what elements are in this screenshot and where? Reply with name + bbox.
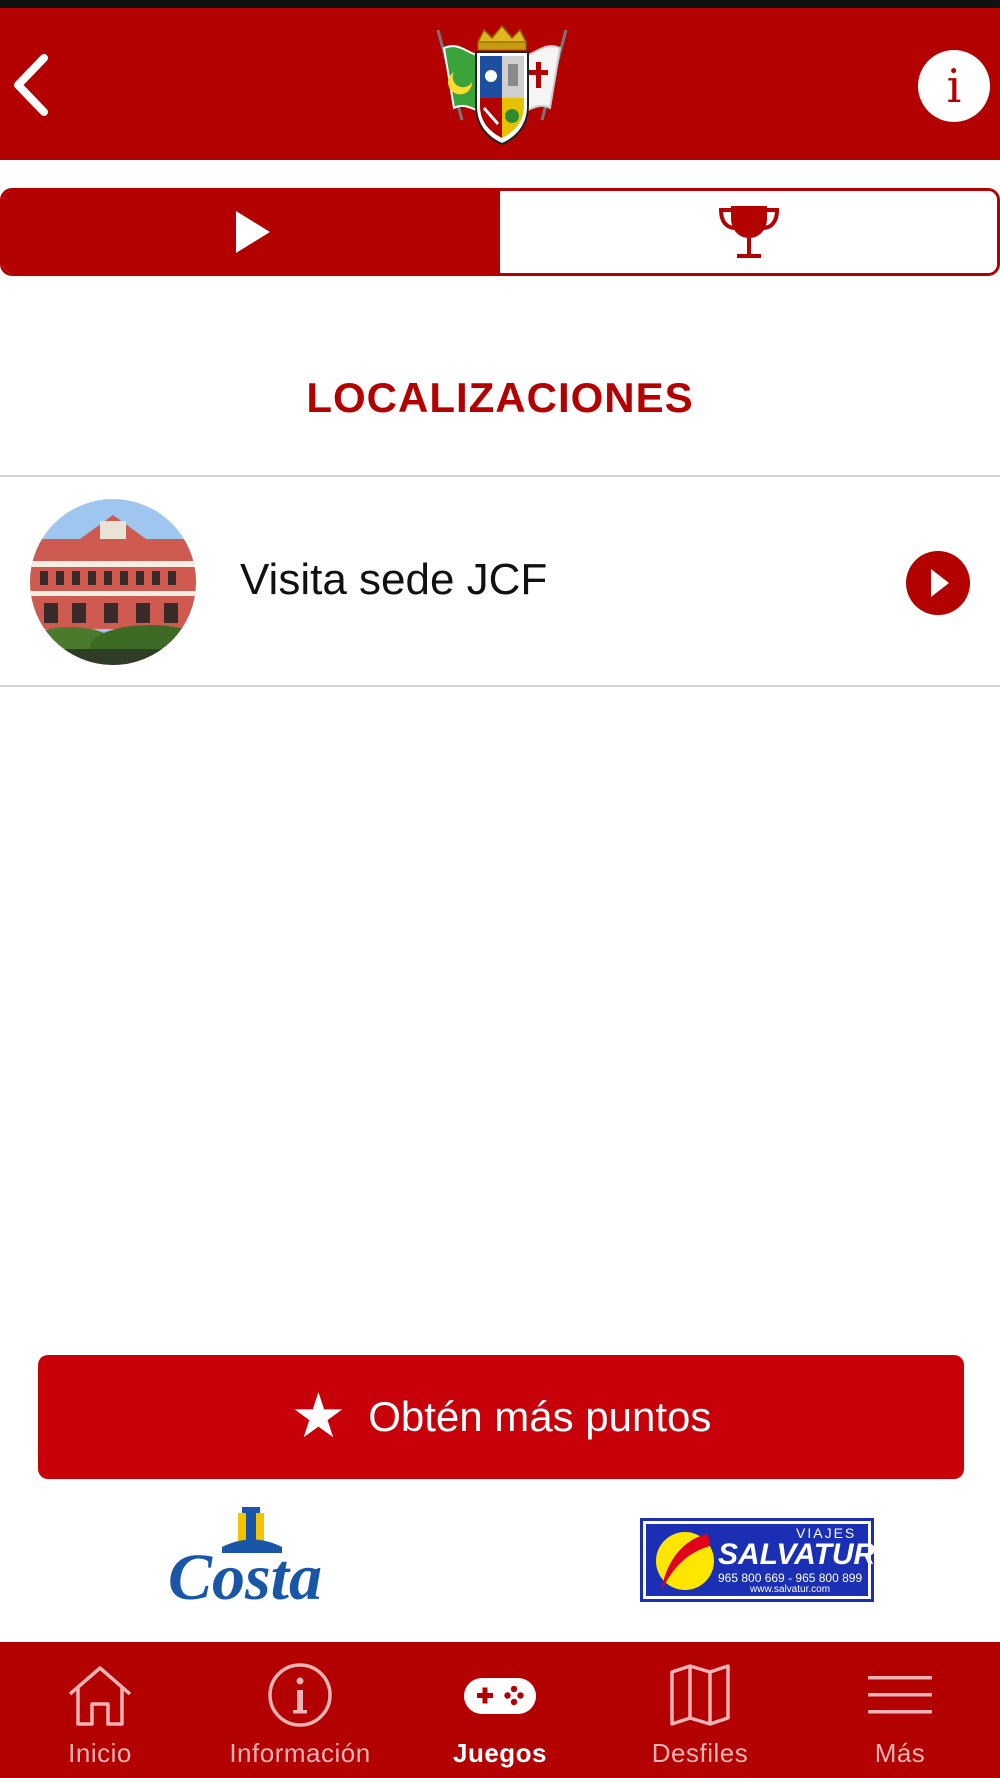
- costa-wordmark: Costa: [167, 1541, 323, 1614]
- earn-points-button[interactable]: ★ Obtén más puntos: [38, 1355, 964, 1479]
- tab-inicio[interactable]: Inicio: [0, 1642, 200, 1778]
- app-header: i: [0, 8, 1000, 160]
- tab-mas[interactable]: Más: [800, 1642, 1000, 1778]
- tab-label: Más: [874, 1738, 926, 1768]
- map-icon: [670, 1664, 730, 1726]
- back-button[interactable]: [8, 50, 56, 120]
- coat-of-arms-logo: [436, 24, 568, 146]
- tab-label: Información: [229, 1738, 371, 1768]
- location-label: Visita sede JCF: [240, 555, 548, 604]
- segmented-control: [0, 188, 1000, 276]
- sponsor-costa-logo[interactable]: Costa: [160, 1505, 330, 1613]
- home-icon: [68, 1666, 132, 1726]
- menu-icon: [868, 1676, 932, 1714]
- tab-label: Inicio: [68, 1738, 132, 1768]
- salvatur-badge: VIAJES SALVATUR 965 800 669 - 965 800 89…: [646, 1524, 875, 1596]
- salvatur-phones: 965 800 669 - 965 800 899: [718, 1571, 863, 1585]
- chevron-right-circle-icon: [931, 569, 949, 597]
- info-circle-icon: [268, 1663, 332, 1727]
- info-button[interactable]: i: [918, 50, 990, 122]
- info-icon: i: [946, 59, 962, 113]
- earn-points-label: Obtén más puntos: [368, 1393, 712, 1440]
- tab-label: Juegos: [452, 1738, 548, 1768]
- list-divider: [0, 685, 1000, 687]
- status-bar: [0, 0, 1000, 8]
- bottom-tab-bar: Inicio Información Juegos Desfiles Más: [0, 1642, 1000, 1778]
- salvatur-web: www.salvatur.com: [750, 1584, 831, 1595]
- location-list: Visita sede JCF: [0, 475, 1000, 687]
- location-open-button[interactable]: [906, 551, 970, 615]
- tab-informacion[interactable]: Información: [200, 1642, 400, 1778]
- star-icon: ★: [290, 1382, 347, 1451]
- chevron-left-icon: [14, 54, 48, 116]
- salvatur-name: SALVATUR: [718, 1538, 876, 1571]
- tab-play[interactable]: [3, 191, 500, 273]
- section-title: LOCALIZACIONES: [306, 374, 694, 421]
- trophy-icon: [718, 206, 779, 258]
- tab-juegos[interactable]: Juegos: [400, 1642, 600, 1778]
- salvatur-swoosh: [662, 1534, 710, 1590]
- location-thumbnail: [30, 499, 196, 665]
- location-item[interactable]: Visita sede JCF: [0, 477, 1000, 685]
- tab-desfiles[interactable]: Desfiles: [600, 1642, 800, 1778]
- tab-ranking[interactable]: [500, 191, 997, 273]
- sponsor-salvatur-logo[interactable]: VIAJES SALVATUR 965 800 669 - 965 800 89…: [640, 1518, 875, 1602]
- tab-label: Desfiles: [651, 1738, 749, 1768]
- play-icon: [235, 211, 270, 253]
- gamepad-icon: [464, 1678, 536, 1714]
